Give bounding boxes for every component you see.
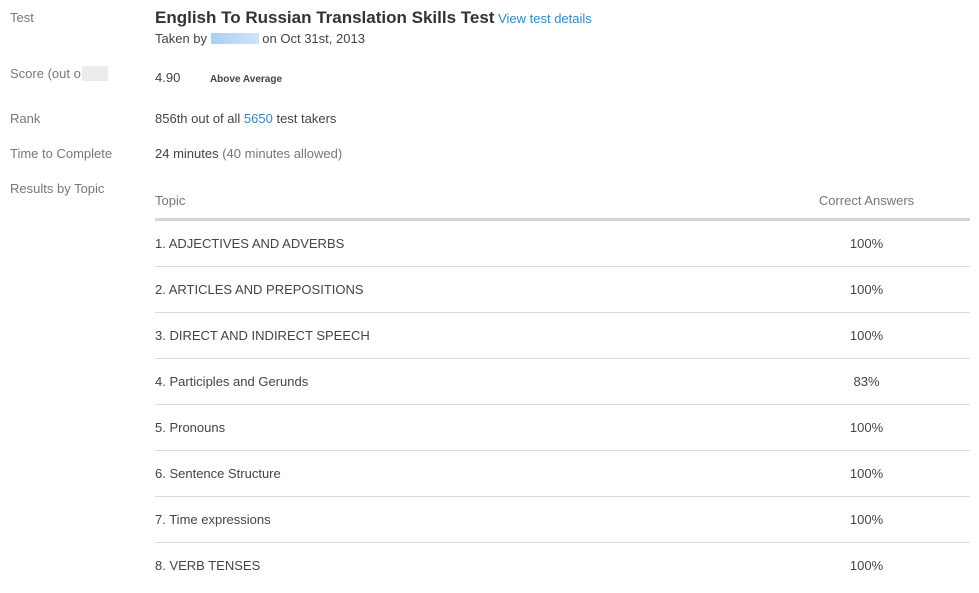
topic-correct: 100%	[794, 404, 970, 451]
topic-name: 2. ARTICLES AND PREPOSITIONS	[155, 266, 794, 313]
view-test-details-link[interactable]: View test details	[498, 11, 592, 26]
time-allowed: (40 minutes allowed)	[222, 146, 343, 161]
test-title: English To Russian Translation Skills Te…	[155, 8, 495, 27]
score-value: 4.90	[155, 70, 181, 85]
topic-correct: 100%	[794, 266, 970, 313]
table-row: 6. Sentence Structure 100%	[155, 450, 970, 497]
time-line: 24 minutes (40 minutes allowed)	[155, 146, 342, 161]
table-header-row: Topic Correct Answers	[155, 182, 970, 221]
results-table: Topic Correct Answers 1. ADJECTIVES AND …	[155, 182, 970, 588]
redacted-score-max	[81, 66, 108, 81]
table-row: 7. Time expressions 100%	[155, 496, 970, 543]
table-row: 8. VERB TENSES 100%	[155, 543, 970, 589]
taken-date: on Oct 31st, 2013	[262, 31, 365, 46]
score-line: 4.90 Above Average	[155, 70, 282, 85]
results-label: Results by Topic	[10, 181, 105, 196]
topic-correct: 100%	[794, 312, 970, 359]
table-row: 1. ADJECTIVES AND ADVERBS 100%	[155, 219, 970, 267]
rank-prefix: 856th out of all	[155, 111, 241, 126]
score-badge: Above Average	[209, 74, 283, 85]
score-label-text: Score (out o	[10, 66, 81, 81]
topic-correct: 83%	[794, 358, 970, 405]
table-row: 4. Participles and Gerunds 83%	[155, 358, 970, 405]
topic-column-header: Topic	[155, 182, 794, 221]
time-label: Time to Complete	[10, 146, 113, 161]
time-taken: 24 minutes	[155, 146, 219, 161]
topic-name: 3. DIRECT AND INDIRECT SPEECH	[155, 312, 794, 359]
topic-name: 1. ADJECTIVES AND ADVERBS	[155, 219, 794, 267]
topic-name: 7. Time expressions	[155, 496, 794, 543]
table-row: 5. Pronouns 100%	[155, 404, 970, 451]
table-row: 3. DIRECT AND INDIRECT SPEECH 100%	[155, 312, 970, 359]
test-label: Test	[10, 10, 34, 25]
table-row: 2. ARTICLES AND PREPOSITIONS 100%	[155, 266, 970, 313]
test-header: English To Russian Translation Skills Te…	[155, 8, 592, 28]
topic-correct: 100%	[794, 450, 970, 497]
redacted-user-name	[210, 33, 259, 44]
rank-label: Rank	[10, 111, 41, 126]
topic-name: 8. VERB TENSES	[155, 558, 261, 573]
topic-name: 6. Sentence Structure	[155, 450, 794, 497]
correct-column-header: Correct Answers	[794, 182, 970, 221]
taken-by-line: Taken by on Oct 31st, 2013	[155, 31, 365, 46]
rank-total-link[interactable]: 5650	[244, 111, 273, 126]
topic-correct: 100%	[849, 558, 884, 573]
taken-by-prefix: Taken by	[155, 31, 208, 46]
topic-name: 5. Pronouns	[155, 404, 794, 451]
topic-correct: 100%	[794, 219, 970, 267]
topic-correct: 100%	[794, 496, 970, 543]
rank-line: 856th out of all 5650 test takers	[155, 111, 336, 126]
topic-name: 4. Participles and Gerunds	[155, 358, 794, 405]
rank-suffix: test takers	[276, 111, 337, 126]
score-label: Score (out o	[10, 66, 108, 81]
